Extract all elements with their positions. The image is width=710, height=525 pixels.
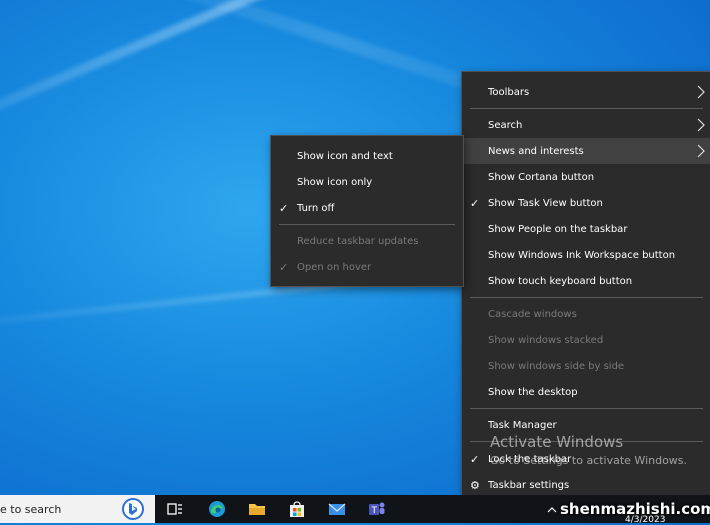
svg-text:T: T: [371, 506, 378, 516]
submenu-item-turn-off[interactable]: ✓ Turn off: [271, 195, 463, 221]
teams-icon[interactable]: T: [367, 499, 387, 519]
menu-item-show-cortana-button[interactable]: Show Cortana button: [462, 164, 710, 190]
menu-item-label: Show Windows Ink Workspace button: [488, 249, 676, 261]
search-placeholder: e to search: [0, 503, 62, 516]
activation-watermark-title: Activate Windows: [490, 433, 624, 451]
taskbar-date: 4/3/2023: [625, 515, 666, 525]
submenu-item-open-on-hover: ✓ Open on hover: [271, 254, 463, 280]
menu-item-show-the-desktop[interactable]: Show the desktop: [462, 379, 710, 405]
menu-item-show-windows-ink[interactable]: Show Windows Ink Workspace button: [462, 242, 710, 268]
menu-item-label: Show touch keyboard button: [488, 275, 633, 287]
menu-item-label: News and interests: [488, 145, 584, 157]
gear-icon: ⚙: [470, 478, 480, 492]
menu-separator: [470, 408, 703, 409]
edge-icon[interactable]: [207, 499, 227, 519]
checkmark-icon: ✓: [279, 201, 289, 215]
chevron-right-icon: [697, 85, 705, 99]
bing-icon[interactable]: [122, 498, 144, 520]
menu-item-label: Show icon and text: [297, 150, 393, 162]
checkmark-icon: ✓: [470, 452, 480, 466]
store-icon[interactable]: [287, 499, 307, 519]
menu-item-label: Show windows side by side: [488, 360, 625, 372]
submenu-item-show-icon-and-text[interactable]: Show icon and text: [271, 143, 463, 169]
menu-item-label: Turn off: [297, 202, 335, 214]
menu-item-label: Show Task View button: [488, 197, 603, 209]
menu-item-label: Reduce taskbar updates: [297, 235, 419, 247]
taskbar-search-box[interactable]: e to search: [0, 495, 155, 523]
chevron-up-icon[interactable]: [545, 495, 559, 523]
menu-item-toolbars[interactable]: Toolbars: [462, 79, 710, 105]
menu-item-show-windows-side-by-side: Show windows side by side: [462, 353, 710, 379]
menu-item-news-and-interests[interactable]: News and interests: [462, 138, 710, 164]
chevron-right-icon: [697, 144, 705, 158]
menu-item-label: Show People on the taskbar: [488, 223, 628, 235]
menu-item-label: Show the desktop: [488, 386, 578, 398]
menu-item-label: Search: [488, 119, 523, 131]
activation-watermark-subtitle: Go to Settings to activate Windows.: [490, 454, 688, 467]
menu-item-label: Taskbar settings: [488, 479, 570, 491]
checkmark-icon: ✓: [470, 196, 480, 210]
menu-item-label: Open on hover: [297, 261, 372, 273]
menu-item-show-windows-stacked: Show windows stacked: [462, 327, 710, 353]
menu-item-label: Task Manager: [488, 419, 557, 431]
menu-separator: [279, 224, 455, 225]
menu-item-show-touch-keyboard[interactable]: Show touch keyboard button: [462, 268, 710, 294]
menu-item-label: Show Cortana button: [488, 171, 595, 183]
news-and-interests-submenu: Show icon and text Show icon only ✓ Turn…: [270, 135, 464, 287]
submenu-item-reduce-taskbar-updates: Reduce taskbar updates: [271, 228, 463, 254]
submenu-item-show-icon-only[interactable]: Show icon only: [271, 169, 463, 195]
menu-item-label: Cascade windows: [488, 308, 577, 320]
menu-item-show-task-view-button[interactable]: ✓ Show Task View button: [462, 190, 710, 216]
menu-item-cascade-windows: Cascade windows: [462, 301, 710, 327]
menu-item-label: Show icon only: [297, 176, 373, 188]
file-explorer-icon[interactable]: [247, 499, 267, 519]
checkmark-icon: ✓: [279, 260, 289, 274]
menu-item-show-people[interactable]: Show People on the taskbar: [462, 216, 710, 242]
menu-item-search[interactable]: Search: [462, 112, 710, 138]
mail-icon[interactable]: [327, 499, 347, 519]
menu-item-label: Toolbars: [488, 86, 530, 98]
task-view-icon[interactable]: [165, 499, 185, 519]
menu-separator: [470, 297, 703, 298]
chevron-right-icon: [697, 118, 705, 132]
menu-separator: [470, 108, 703, 109]
menu-item-label: Show windows stacked: [488, 334, 604, 346]
